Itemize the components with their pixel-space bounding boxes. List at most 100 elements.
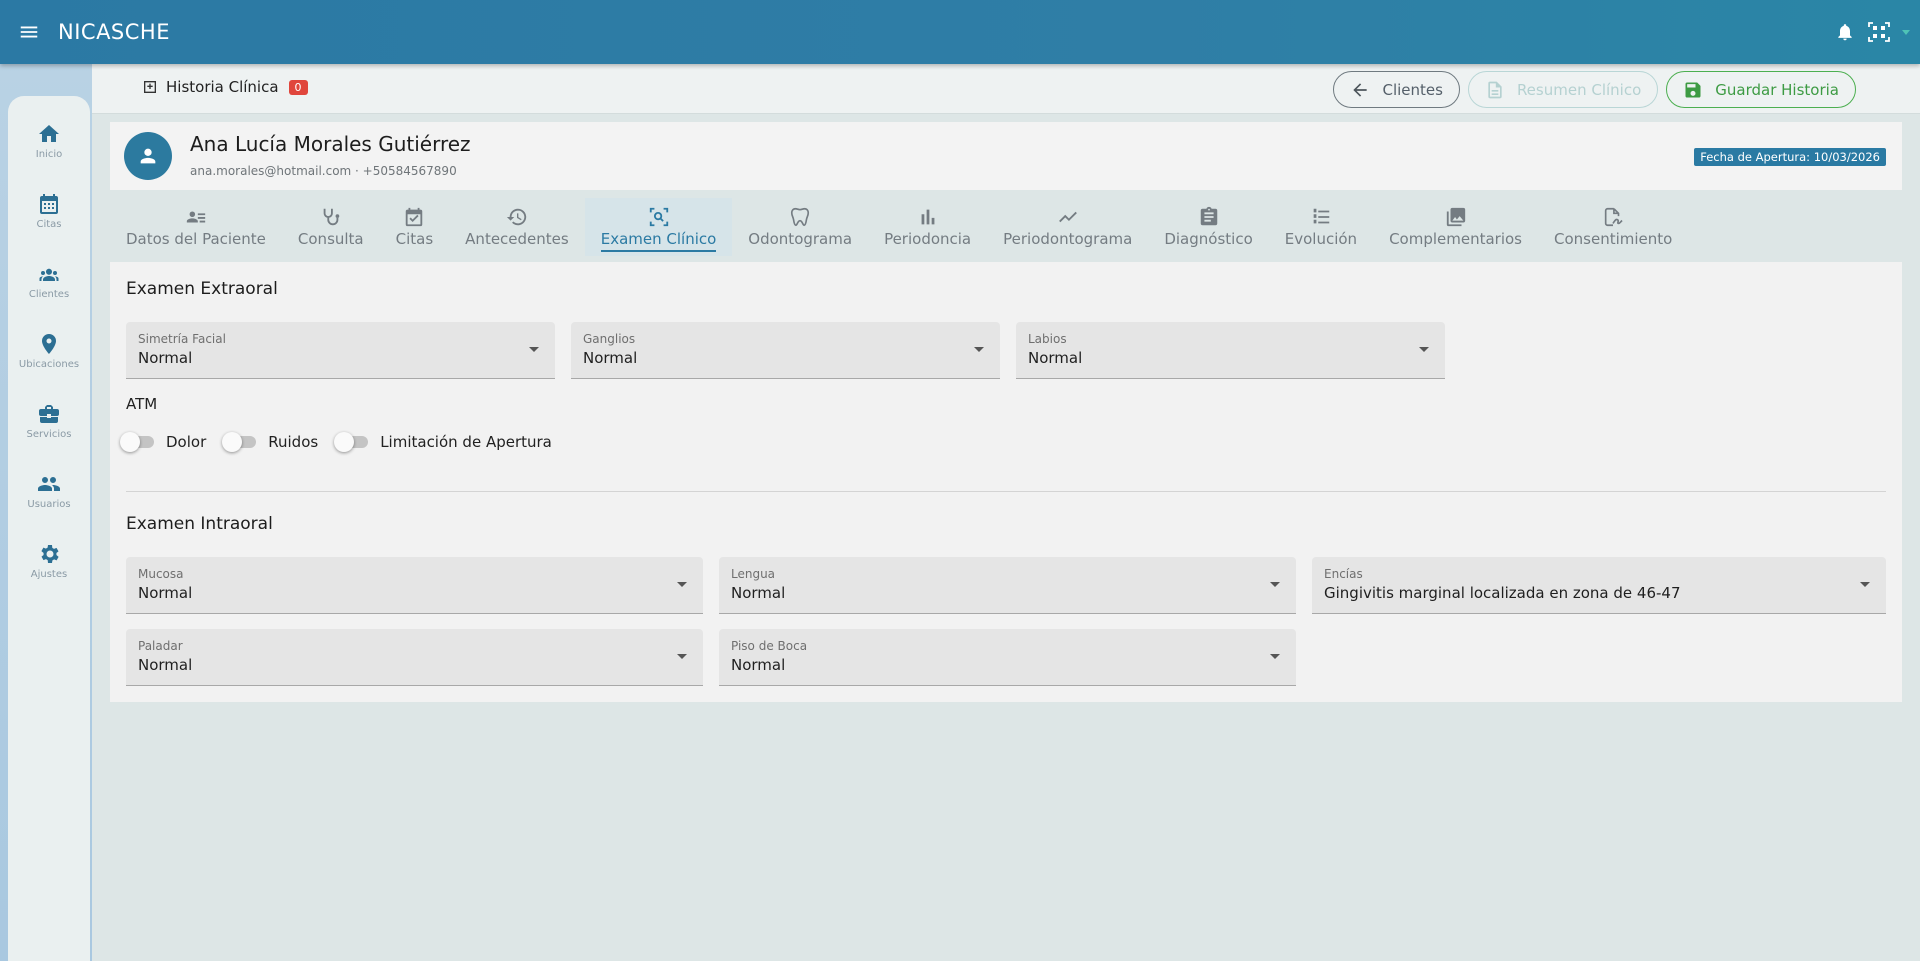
bar-chart-icon xyxy=(921,209,935,225)
calendar-check-icon xyxy=(406,207,423,227)
dropdown-arrow-icon xyxy=(1270,582,1280,587)
tab-examen-clinico[interactable]: Examen Clínico xyxy=(584,198,733,256)
field-value: Normal xyxy=(138,584,193,602)
field-label: Piso de Boca xyxy=(731,639,808,653)
field-label: Labios xyxy=(1028,332,1067,346)
pain-toggle[interactable]: Dolor xyxy=(120,432,206,452)
extraoral-title: Examen Extraoral xyxy=(126,279,278,299)
field-value: Normal xyxy=(138,656,193,674)
bell-icon[interactable] xyxy=(1830,17,1860,47)
dropdown-arrow-icon xyxy=(1860,582,1870,587)
tab-periodoncia[interactable]: Periodoncia xyxy=(868,198,987,256)
dropdown-arrow-icon xyxy=(529,347,539,352)
noise-toggle[interactable]: Ruidos xyxy=(222,432,318,452)
dropdown-arrow-icon xyxy=(1419,347,1429,352)
mouth-floor-select[interactable]: Piso de Boca Normal xyxy=(719,629,1296,686)
lips-select[interactable]: Labios Normal xyxy=(1016,322,1445,379)
sidebar-item-ubicaciones[interactable]: Ubicaciones xyxy=(8,332,90,402)
tab-antecedentes[interactable]: Antecedentes xyxy=(449,198,585,256)
toggle-label: Dolor xyxy=(166,433,207,451)
signature-icon xyxy=(1605,207,1623,227)
field-value: Normal xyxy=(138,349,193,367)
field-value: Normal xyxy=(731,584,786,602)
location-icon xyxy=(42,334,56,354)
field-value: Normal xyxy=(731,656,786,674)
tab-complementarios[interactable]: Complementarios xyxy=(1373,198,1538,256)
clinical-summary-button[interactable]: Resumen Clínico xyxy=(1467,71,1659,108)
tab-label: Diagnóstico xyxy=(1164,230,1253,248)
tab-datos-del-paciente[interactable]: Datos del Paciente xyxy=(110,198,282,256)
group-icon xyxy=(39,268,59,281)
field-label: Simetría Facial xyxy=(138,332,226,346)
tab-bar: Datos del Paciente Consulta Citas Antece… xyxy=(110,198,1688,256)
sidebar-item-label: Usuarios xyxy=(27,499,71,510)
field-value: Gingivitis marginal localizada en zona d… xyxy=(1324,584,1681,602)
tab-label: Complementarios xyxy=(1389,230,1522,248)
chevron-down-icon[interactable] xyxy=(1898,17,1914,47)
history-icon xyxy=(506,208,527,226)
tab-citas[interactable]: Citas xyxy=(380,198,450,256)
clinical-exam-panel: Examen Extraoral Simetría Facial Normal … xyxy=(110,262,1902,702)
medical-record-icon xyxy=(144,81,156,93)
back-to-clients-button[interactable]: Clientes xyxy=(1333,71,1460,108)
sidebar-item-servicios[interactable]: Servicios xyxy=(8,402,90,472)
main-content: Historia Clínica 0 Clientes Resumen Clín… xyxy=(92,64,1920,961)
tab-label: Antecedentes xyxy=(465,230,569,248)
stethoscope-icon xyxy=(323,208,340,226)
sidebar-item-clientes[interactable]: Clientes xyxy=(8,262,90,332)
tab-evolucion[interactable]: Evolución xyxy=(1269,198,1373,256)
tab-label: Evolución xyxy=(1284,230,1358,248)
intraoral-title: Examen Intraoral xyxy=(126,514,273,534)
palate-select[interactable]: Paladar Normal xyxy=(126,629,703,686)
tab-consentimiento[interactable]: Consentimiento xyxy=(1538,198,1688,256)
clipboard-icon xyxy=(1200,206,1217,226)
qr-scan-icon[interactable] xyxy=(1864,17,1894,47)
save-icon xyxy=(1685,82,1701,97)
person-list-icon xyxy=(186,211,206,223)
mucosa-select[interactable]: Mucosa Normal xyxy=(126,557,703,614)
toggle-switch[interactable] xyxy=(120,432,156,452)
sidebar-item-label: Citas xyxy=(36,219,62,230)
tongue-select[interactable]: Lengua Normal xyxy=(719,557,1296,614)
menu-icon[interactable] xyxy=(14,17,44,47)
section-divider xyxy=(126,491,1886,492)
gear-icon xyxy=(41,545,59,563)
save-history-button[interactable]: Guardar Historia xyxy=(1666,71,1856,108)
field-label: Ganglios xyxy=(583,332,636,346)
opening-limitation-toggle[interactable]: Limitación de Apertura xyxy=(334,432,552,452)
gums-select[interactable]: Encías Gingivitis marginal localizada en… xyxy=(1312,557,1886,614)
tab-consulta[interactable]: Consulta xyxy=(282,198,380,256)
facial-symmetry-select[interactable]: Simetría Facial Normal xyxy=(126,322,555,379)
briefcase-icon xyxy=(39,405,59,423)
tab-periodontograma[interactable]: Periodontograma xyxy=(987,198,1148,256)
sidebar-item-ajustes[interactable]: Ajustes xyxy=(8,542,90,612)
toggle-switch[interactable] xyxy=(334,432,370,452)
page-subheader: Historia Clínica 0 Clientes Resumen Clín… xyxy=(92,64,1920,114)
tab-label: Consulta xyxy=(297,230,364,248)
tab-label: Periodoncia xyxy=(884,230,972,248)
sidebar-item-label: Inicio xyxy=(35,149,63,160)
sidebar-item-usuarios[interactable]: Usuarios xyxy=(8,472,90,542)
sidebar-item-label: Ajustes xyxy=(30,569,68,580)
line-chart-icon xyxy=(1058,211,1077,223)
toggle-label: Ruidos xyxy=(268,433,319,451)
ganglia-select[interactable]: Ganglios Normal xyxy=(571,322,1000,379)
field-value: Normal xyxy=(583,349,638,367)
dropdown-arrow-icon xyxy=(677,582,687,587)
tab-label: Periodontograma xyxy=(1003,230,1133,248)
timeline-icon xyxy=(1313,208,1330,224)
tab-diagnostico[interactable]: Diagnóstico xyxy=(1148,198,1268,256)
dropdown-arrow-icon xyxy=(1270,654,1280,659)
images-icon xyxy=(1446,207,1465,227)
sidebar-item-citas[interactable]: Citas xyxy=(8,192,90,262)
sidebar-item-inicio[interactable]: Inicio xyxy=(8,122,90,192)
tooth-icon xyxy=(791,207,810,227)
dropdown-arrow-icon xyxy=(974,347,984,352)
back-to-clients-label: Clientes xyxy=(1382,80,1443,99)
toggle-switch[interactable] xyxy=(222,432,258,452)
tab-odontograma[interactable]: Odontograma xyxy=(732,198,868,256)
atm-switches: Dolor Ruidos Limitación de Apertura xyxy=(120,432,568,452)
app-title: NICASCHE xyxy=(58,20,170,44)
patient-name: Ana Lucía Morales Gutiérrez xyxy=(190,132,471,156)
field-value: Normal xyxy=(1028,349,1083,367)
